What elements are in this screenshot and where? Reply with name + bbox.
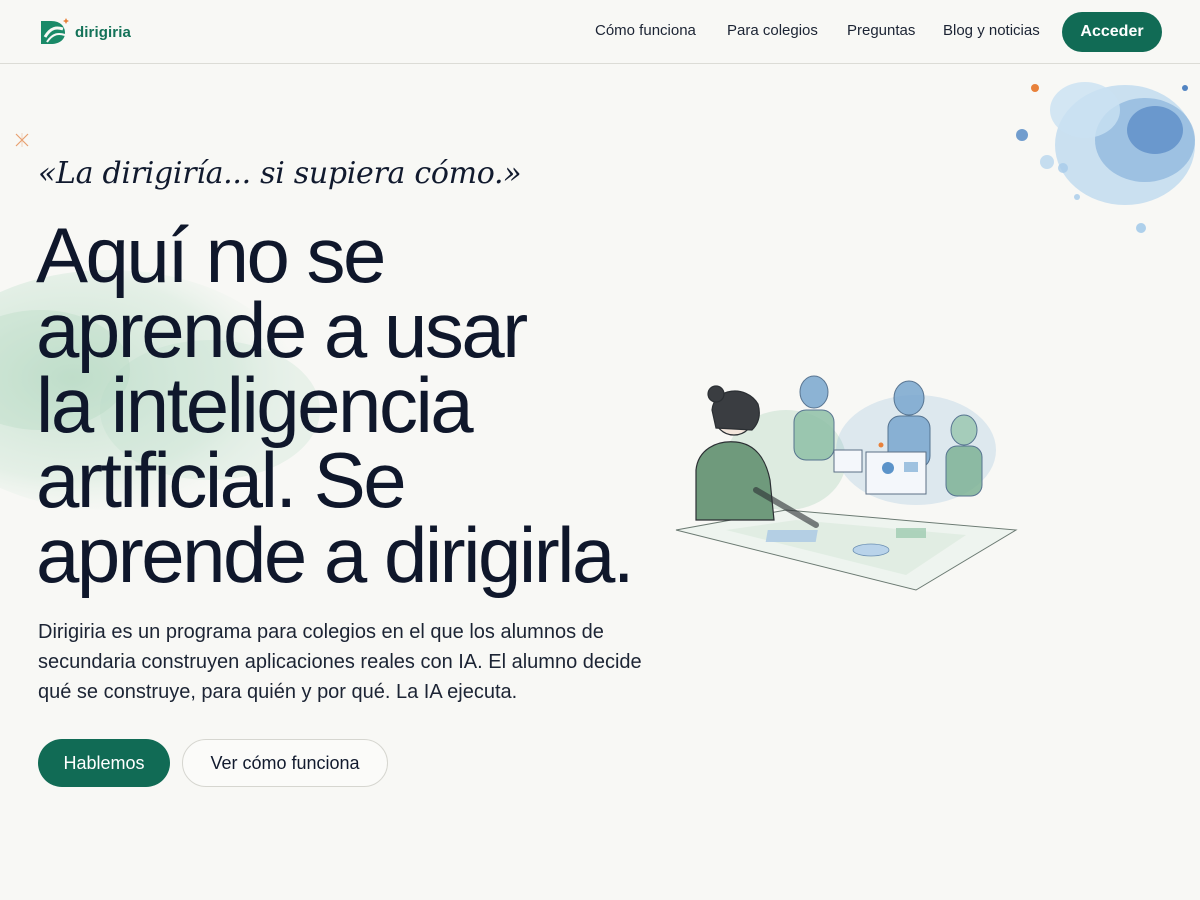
headline-line: aprende a dirigirla.	[36, 511, 635, 599]
contact-button[interactable]: Hablemos	[38, 739, 170, 787]
dirigiria-logo-icon	[41, 18, 69, 44]
hero-description: Dirigiria es un programa para colegios e…	[38, 621, 642, 703]
nav-item-preguntas[interactable]: Preguntas	[847, 22, 915, 39]
brand-name: dirigiria	[75, 23, 131, 41]
nav-item-como-funciona[interactable]: Cómo funciona	[595, 22, 696, 39]
headline-line: aprende a usar	[36, 286, 528, 374]
nav-item-para-colegios[interactable]: Para colegios	[727, 22, 818, 39]
headline-line: la inteligencia	[36, 361, 474, 449]
hero-quote: «La dirigiría... si supiera cómo.»	[38, 156, 522, 191]
nav-item-blog[interactable]: Blog y noticias	[943, 22, 1040, 39]
brand-logo[interactable]: dirigiria	[39, 17, 131, 47]
login-button[interactable]: Acceder	[1062, 12, 1162, 52]
blue-watercolor-decoration	[1016, 82, 1195, 233]
headline-line: artificial. Se	[36, 436, 407, 524]
site-header: dirigiria Cómo funciona Para colegios Pr…	[0, 0, 1200, 64]
student-robots-illustration	[675, 375, 1018, 591]
hero-headline: Aquí no se aprende a usar la inteligenci…	[36, 211, 676, 599]
sparkle-icon	[15, 133, 29, 147]
headline-line: Aquí no se	[36, 211, 386, 299]
how-it-works-button[interactable]: Ver cómo funciona	[182, 739, 388, 787]
